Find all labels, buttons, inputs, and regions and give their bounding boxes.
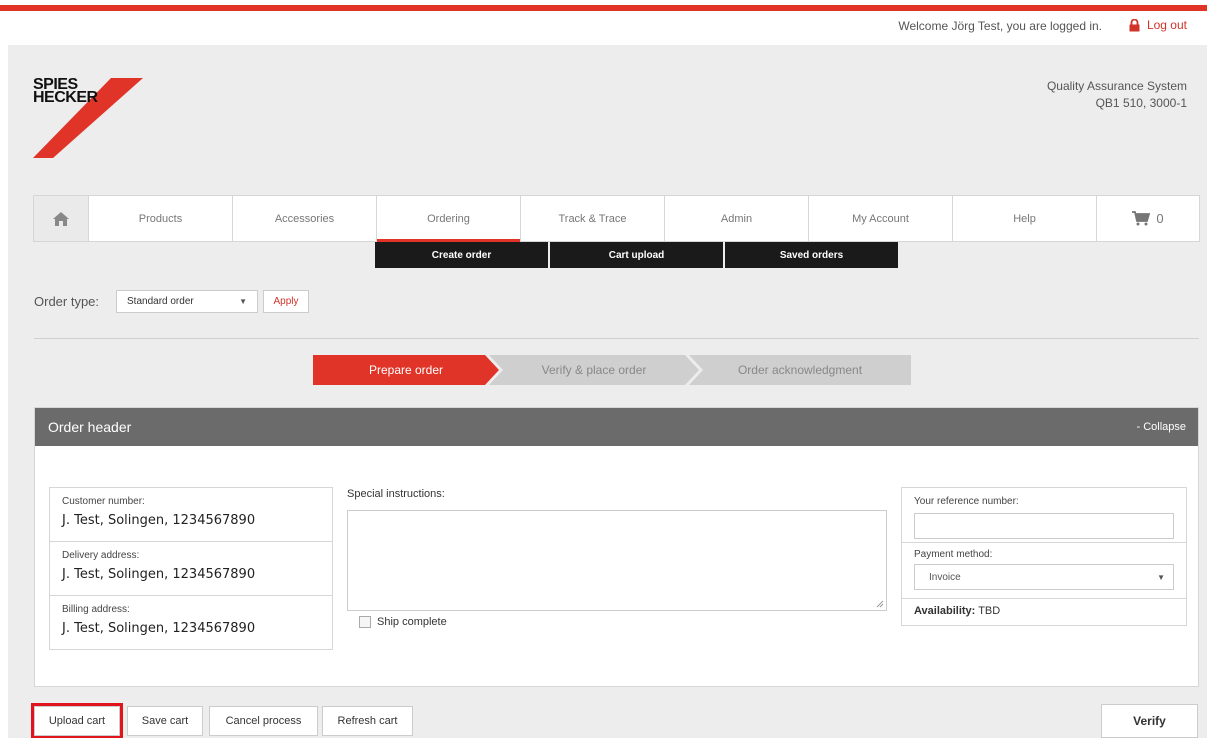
special-instructions-textarea[interactable] xyxy=(347,510,887,611)
divider xyxy=(34,338,1199,339)
subnav-saved-orders[interactable]: Saved orders xyxy=(725,242,898,268)
chevron-down-icon: ▼ xyxy=(239,297,247,306)
ordering-subnav: Create order Cart upload Saved orders xyxy=(375,242,898,268)
nav-my-account[interactable]: My Account xyxy=(809,196,953,241)
reference-row: Your reference number: xyxy=(902,488,1186,543)
home-icon xyxy=(53,211,69,226)
save-cart-button[interactable]: Save cart xyxy=(127,706,203,736)
cart-count: 0 xyxy=(1156,211,1164,226)
nav-help[interactable]: Help xyxy=(953,196,1097,241)
delivery-address-value: J. Test, Solingen, 1234567890 xyxy=(62,567,256,582)
ship-complete[interactable]: Ship complete xyxy=(359,616,447,628)
availability-row: Availability: TBD xyxy=(902,599,1186,623)
payment-method-value: Invoice xyxy=(929,571,961,583)
step-verify-place-order: Verify & place order xyxy=(489,355,699,385)
subnav-cart-upload[interactable]: Cart upload xyxy=(550,242,723,268)
delivery-address-row: Delivery address: J. Test, Solingen, 123… xyxy=(50,542,332,596)
welcome-text: Welcome Jörg Test, you are logged in. xyxy=(898,19,1102,33)
availability-value: TBD xyxy=(978,605,1001,617)
ship-complete-checkbox[interactable] xyxy=(359,616,371,628)
subnav-create-order[interactable]: Create order xyxy=(375,242,548,268)
apply-button[interactable]: Apply xyxy=(263,290,309,313)
logout-label: Log out xyxy=(1146,18,1187,32)
spies-hecker-logo: SPIES HECKER xyxy=(33,77,143,158)
customer-number-label: Customer number: xyxy=(62,496,145,507)
payment-method-label: Payment method: xyxy=(914,549,993,560)
step-order-acknowledgment: Order acknowledgment xyxy=(689,355,911,385)
panel-header: Order header - Collapse xyxy=(35,408,1198,446)
reference-box: Your reference number: Payment method: I… xyxy=(901,487,1187,626)
payment-method-select[interactable]: Invoice ▼ xyxy=(914,564,1174,590)
resize-handle-icon[interactable] xyxy=(876,600,884,608)
logout-link[interactable]: Log out xyxy=(1128,18,1187,32)
logo-text: SPIES HECKER xyxy=(33,77,98,106)
nav-home[interactable] xyxy=(34,196,89,241)
order-type-value: Standard order xyxy=(127,296,194,307)
order-header-panel: Order header - Collapse Customer number:… xyxy=(34,407,1199,687)
ship-complete-label: Ship complete xyxy=(377,616,447,628)
nav-products[interactable]: Products xyxy=(89,196,233,241)
panel-title: Order header xyxy=(48,419,132,435)
system-title: Quality Assurance System xyxy=(1046,79,1187,93)
system-id: QB1 510, 3000-1 xyxy=(1095,96,1187,110)
cart-icon xyxy=(1132,211,1151,226)
customer-number-row: Customer number: J. Test, Solingen, 1234… xyxy=(50,488,332,542)
refresh-cart-button[interactable]: Refresh cart xyxy=(322,706,413,736)
address-box: Customer number: J. Test, Solingen, 1234… xyxy=(49,487,333,650)
lock-icon xyxy=(1129,18,1140,31)
billing-address-label: Billing address: xyxy=(62,604,130,615)
order-type-select[interactable]: Standard order ▼ xyxy=(116,290,258,313)
billing-address-row: Billing address: J. Test, Solingen, 1234… xyxy=(50,596,332,650)
cancel-process-button[interactable]: Cancel process xyxy=(209,706,318,736)
reference-label: Your reference number: xyxy=(914,496,1019,507)
system-info: Quality Assurance System QB1 510, 3000-1 xyxy=(1047,78,1187,112)
availability-label: Availability: xyxy=(914,605,976,617)
payment-method-row: Payment method: Invoice ▼ xyxy=(902,543,1186,599)
reference-input[interactable] xyxy=(914,513,1174,539)
chevron-down-icon: ▼ xyxy=(1157,572,1165,582)
main-nav: Products Accessories Ordering Track & Tr… xyxy=(33,195,1200,242)
delivery-address-label: Delivery address: xyxy=(62,550,140,561)
collapse-link[interactable]: - Collapse xyxy=(1136,421,1186,433)
billing-address-value: J. Test, Solingen, 1234567890 xyxy=(62,621,256,636)
logo-line-2: HECKER xyxy=(33,89,98,106)
nav-cart[interactable]: 0 xyxy=(1097,196,1199,241)
progress-steps: Prepare order Verify & place order Order… xyxy=(313,355,911,385)
verify-button[interactable]: Verify xyxy=(1101,704,1198,738)
nav-ordering[interactable]: Ordering xyxy=(377,196,521,242)
nav-track-trace[interactable]: Track & Trace xyxy=(521,196,665,241)
step-prepare-order: Prepare order xyxy=(313,355,499,385)
customer-number-value: J. Test, Solingen, 1234567890 xyxy=(62,513,256,528)
nav-admin[interactable]: Admin xyxy=(665,196,809,241)
special-instructions-label: Special instructions: xyxy=(347,488,445,500)
order-type-label: Order type: xyxy=(34,294,100,309)
upload-cart-button[interactable]: Upload cart xyxy=(31,703,123,738)
nav-accessories[interactable]: Accessories xyxy=(233,196,377,241)
